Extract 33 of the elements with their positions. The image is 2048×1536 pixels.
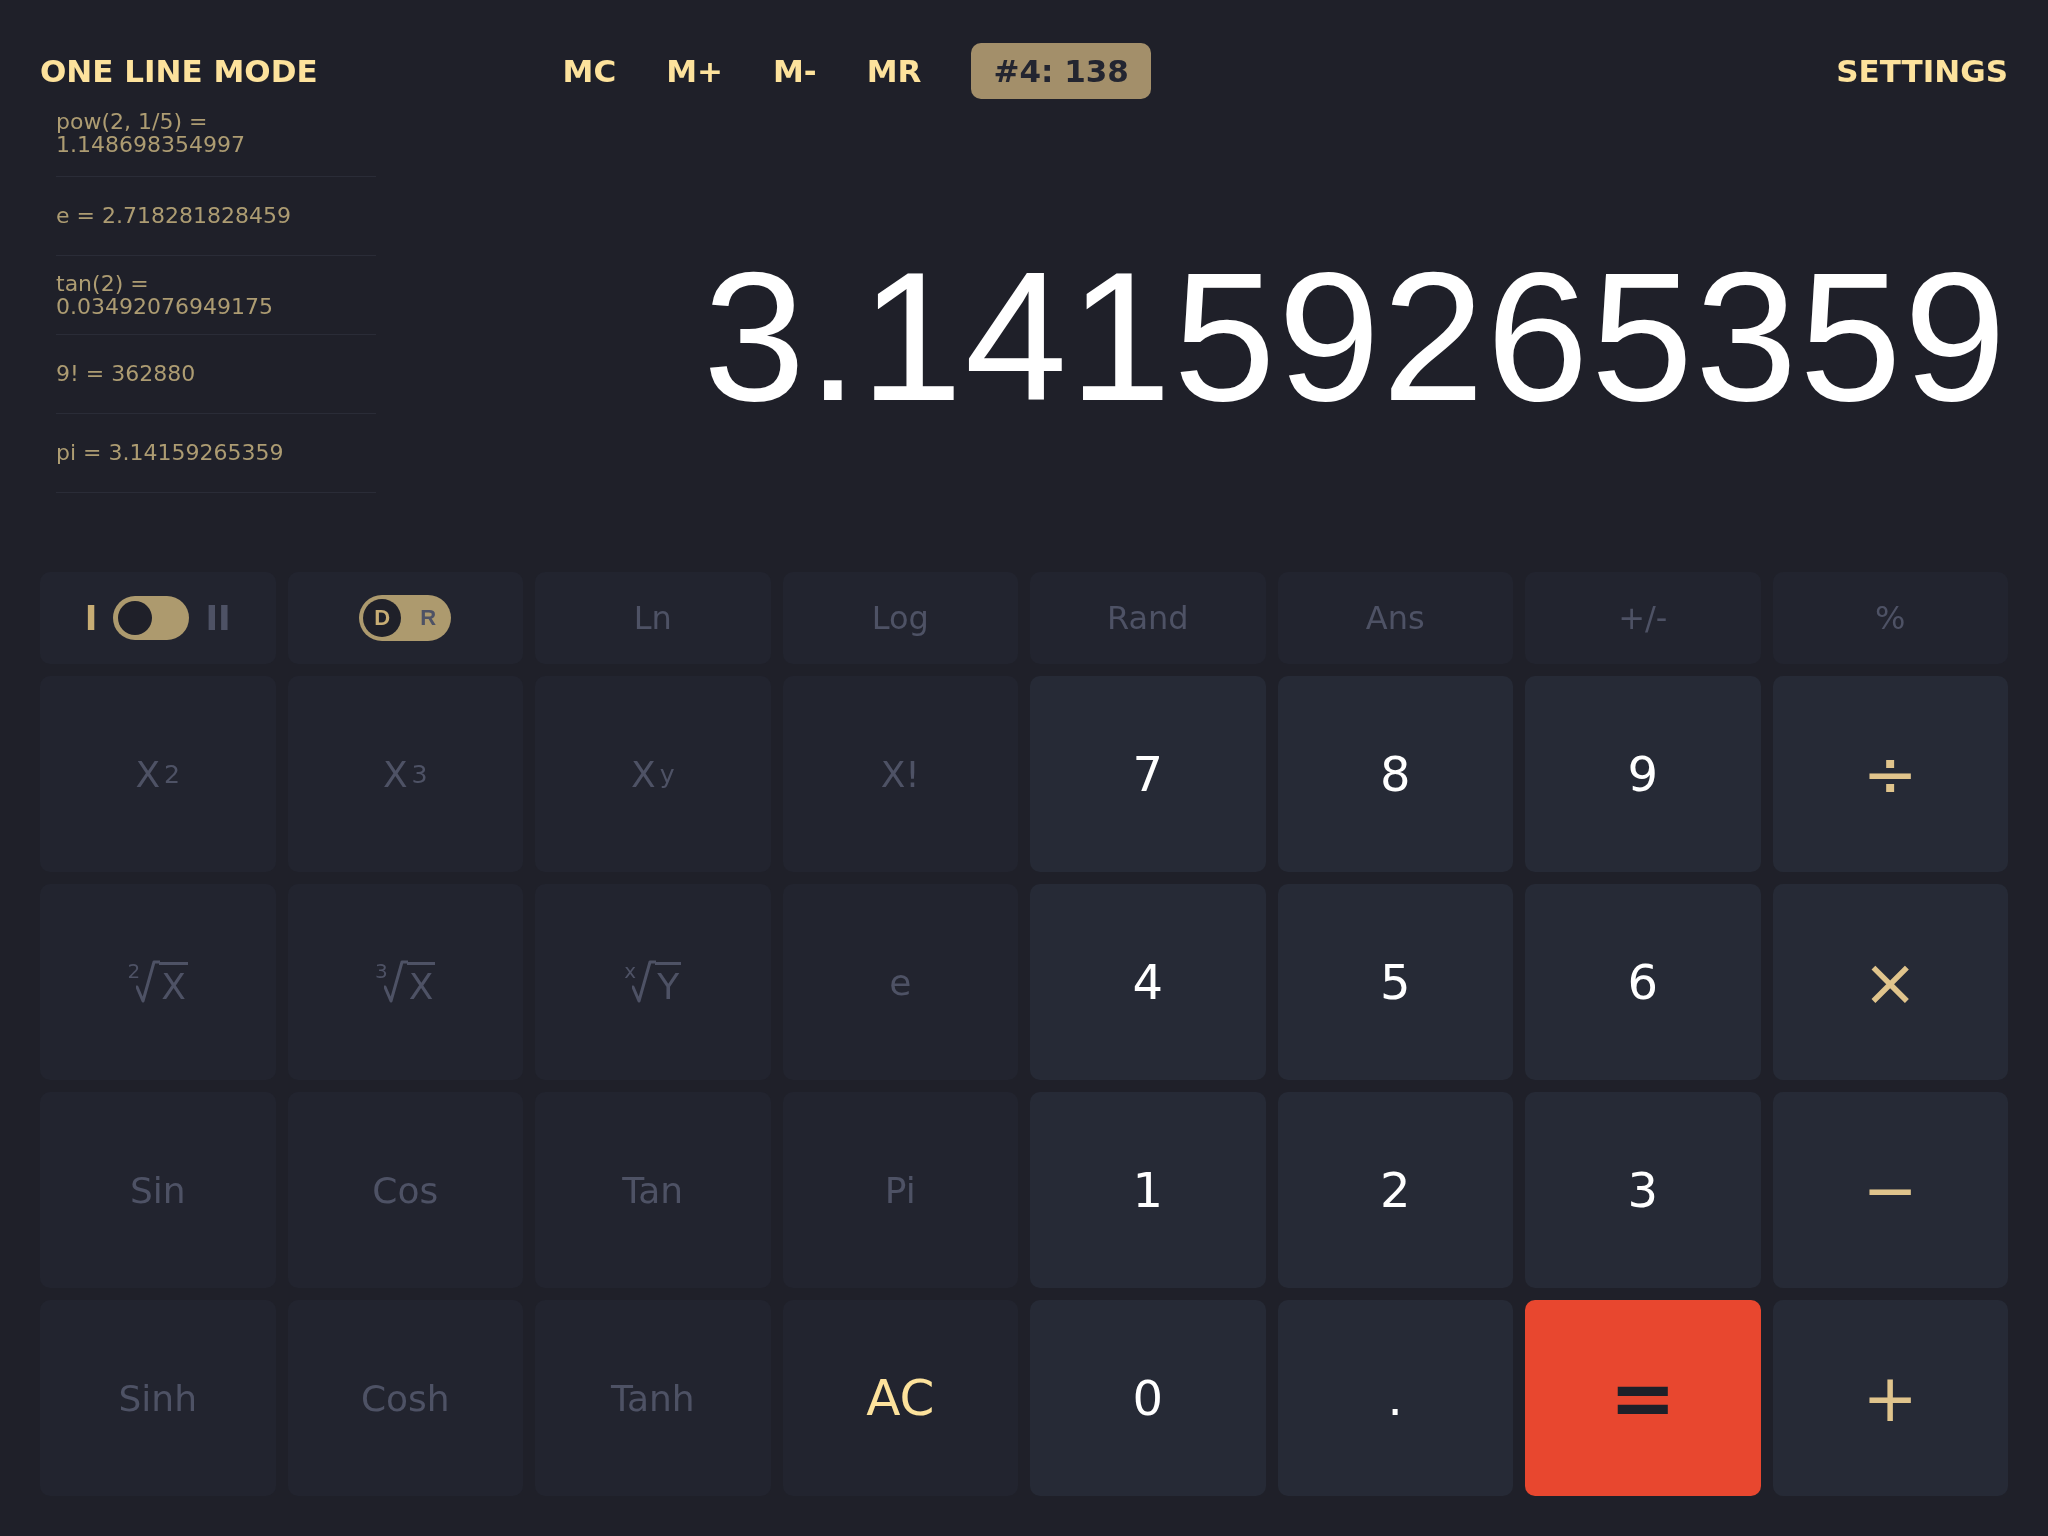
history-entry[interactable]: e = 2.718281828459: [56, 198, 356, 234]
digit-key[interactable]: 4: [1030, 884, 1266, 1080]
digit-key[interactable]: 0: [1030, 1300, 1266, 1496]
one-line-mode-button[interactable]: ONE LINE MODE: [40, 47, 318, 95]
digit-key[interactable]: 3: [1525, 1092, 1761, 1288]
memory-badge[interactable]: #4: 138: [971, 43, 1151, 99]
digit-key[interactable]: 6: [1525, 884, 1761, 1080]
memory-button[interactable]: M+: [666, 47, 723, 95]
memory-button[interactable]: MR: [866, 47, 922, 95]
digit-key[interactable]: 2: [1277, 1092, 1513, 1288]
digit-key[interactable]: 5: [1277, 884, 1513, 1080]
operator-key[interactable]: +: [1772, 1300, 2008, 1496]
digit-key[interactable]: .: [1277, 1300, 1513, 1496]
digit-key[interactable]: 9: [1525, 676, 1761, 872]
history-entry[interactable]: tan(2) = 0.03492076949175: [56, 265, 356, 325]
digit-key[interactable]: 7: [1030, 676, 1266, 872]
clear-key[interactable]: AC: [782, 1300, 1018, 1496]
operator-key[interactable]: ×: [1772, 884, 2008, 1080]
history-entry[interactable]: pow(2, 1/5) = 1.148698354997: [56, 104, 356, 163]
history-entry[interactable]: pi = 3.14159265359: [56, 435, 356, 471]
degree-radian-switch[interactable]: D R: [359, 595, 452, 641]
operator-key[interactable]: ÷: [1772, 676, 2008, 872]
single-line-label: I: [84, 598, 98, 638]
settings-button[interactable]: SETTINGS: [1836, 47, 2008, 95]
memory-button[interactable]: M-: [773, 47, 817, 95]
result-display: 3.14159265359: [702, 244, 2008, 428]
digit-key[interactable]: 8: [1277, 676, 1513, 872]
digit-key[interactable]: 1: [1030, 1092, 1266, 1288]
line-mode-switch[interactable]: [113, 596, 190, 640]
memory-button[interactable]: MC: [562, 47, 617, 95]
operator-key[interactable]: −: [1772, 1092, 2008, 1288]
history-entry[interactable]: 9! = 362880: [56, 356, 356, 392]
equals-key[interactable]: =: [1525, 1300, 1761, 1496]
